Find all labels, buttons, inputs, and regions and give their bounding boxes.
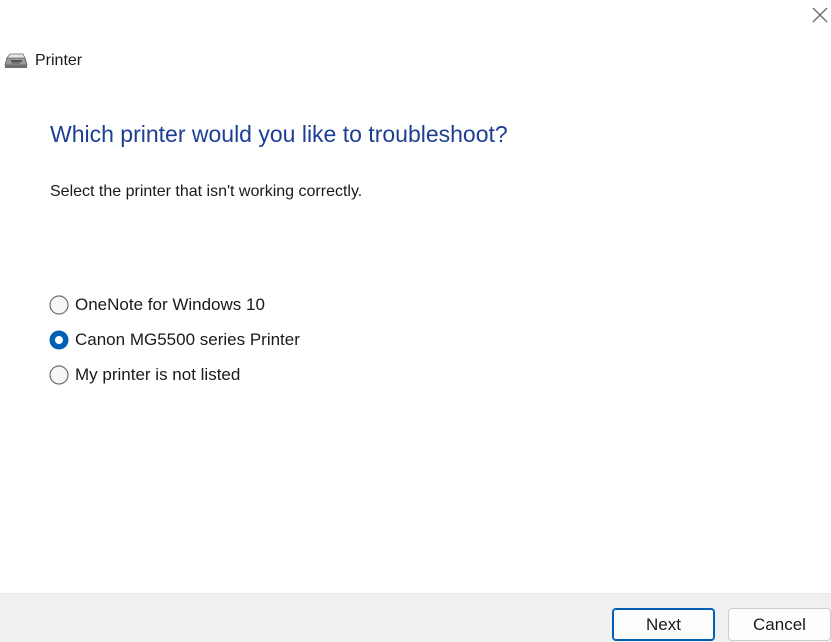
window-title-bar: Printer (4, 49, 82, 73)
page-title: Which printer would you like to troubles… (50, 121, 508, 147)
radio-selected-icon[interactable] (49, 330, 69, 350)
printer-options: OneNote for Windows 10 Canon MG5500 seri… (49, 287, 300, 392)
close-button[interactable] (809, 4, 831, 26)
option-not-listed[interactable]: My printer is not listed (49, 357, 300, 392)
option-label: OneNote for Windows 10 (75, 294, 265, 314)
footer-bar: Next Cancel (0, 593, 831, 642)
troubleshooter-window: Printer Which printer would you like to … (0, 0, 831, 642)
option-label: Canon MG5500 series Printer (75, 329, 300, 349)
radio-unselected-icon[interactable] (49, 294, 69, 315)
instruction-text: Select the printer that isn't working co… (50, 183, 363, 200)
next-button[interactable]: Next (612, 608, 715, 641)
radio-unselected-icon[interactable] (49, 364, 69, 385)
printer-icon (4, 53, 28, 68)
window-title: Printer (35, 52, 83, 69)
close-icon (812, 7, 828, 23)
option-label: My printer is not listed (75, 364, 241, 384)
option-canon-mg5500[interactable]: Canon MG5500 series Printer (49, 322, 300, 357)
cancel-button[interactable]: Cancel (728, 608, 831, 641)
option-onenote[interactable]: OneNote for Windows 10 (49, 287, 300, 322)
